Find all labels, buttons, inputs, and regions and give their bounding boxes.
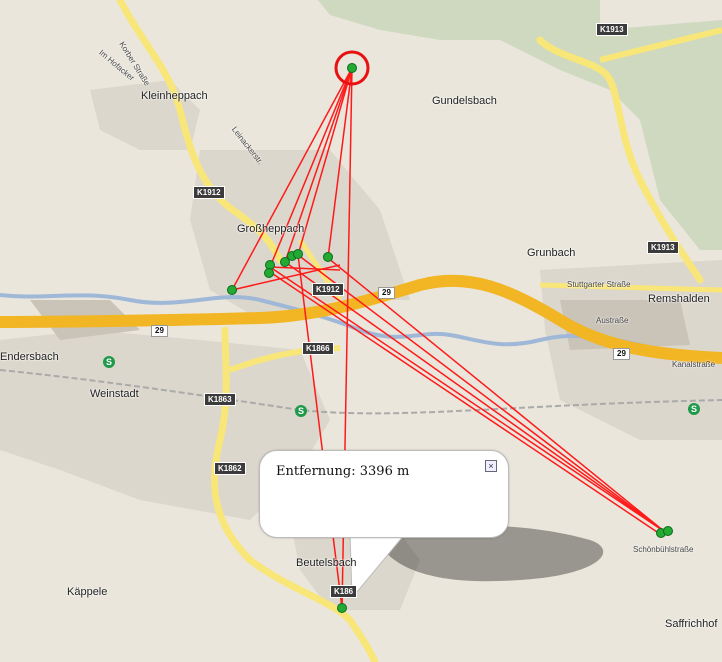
sbahn-station-icon[interactable]: S (103, 356, 115, 368)
map-canvas[interactable]: Kleinheppach Gundelsbach Großheppach Gru… (0, 0, 722, 662)
marker[interactable] (663, 526, 673, 536)
road-shield-k1866: K1866 (302, 342, 334, 355)
place-weinstadt: Weinstadt (90, 388, 139, 400)
place-grossheppach: Großheppach (237, 223, 305, 235)
highway-shield-29: 29 (613, 348, 630, 360)
close-icon[interactable]: × (485, 460, 497, 472)
road-shield-k1862: K1862 (214, 462, 246, 475)
street-kanalstrasse: Kanalstraße (672, 360, 716, 369)
distance-text: Entfernung: 3396 m (276, 464, 410, 479)
place-gundelsbach: Gundelsbach (432, 95, 497, 107)
place-remshalden: Remshalden (648, 293, 710, 305)
road-shield-k1912: K1912 (312, 283, 344, 296)
marker[interactable] (227, 285, 237, 295)
sbahn-station-icon[interactable]: S (688, 403, 700, 415)
highway-shield-29: 29 (378, 287, 395, 299)
map-layer (0, 0, 722, 662)
place-saffrichhof: Saffrichhof (665, 618, 718, 630)
place-kappele: Käppele (67, 586, 108, 598)
marker[interactable] (293, 249, 303, 259)
road-shield-k1863: K1863 (204, 393, 236, 406)
sbahn-station-icon[interactable]: S (295, 405, 307, 417)
marker[interactable] (347, 63, 357, 73)
place-beutelsbach: Beutelsbach (296, 557, 357, 569)
marker[interactable] (264, 268, 274, 278)
place-grunbach: Grunbach (527, 247, 576, 259)
street-schoenbuehl: Schönbühlstraße (633, 545, 694, 554)
street-austrasse: Austraße (596, 316, 629, 325)
road-shield-k1913: K1913 (647, 241, 679, 254)
place-kleinheppach: Kleinheppach (141, 90, 208, 102)
street-stuttgarter: Stuttgarter Straße (567, 280, 631, 289)
distance-info-window: Entfernung: 3396 m × (259, 450, 509, 538)
place-endersbach: Endersbach (0, 351, 59, 363)
marker[interactable] (337, 603, 347, 613)
highway-shield-29: 29 (151, 325, 168, 337)
road-shield-k1865: K186 (330, 585, 358, 598)
road-shield-k1913: K1913 (596, 23, 628, 36)
marker[interactable] (323, 252, 333, 262)
road-shield-k1912: K1912 (193, 186, 225, 199)
